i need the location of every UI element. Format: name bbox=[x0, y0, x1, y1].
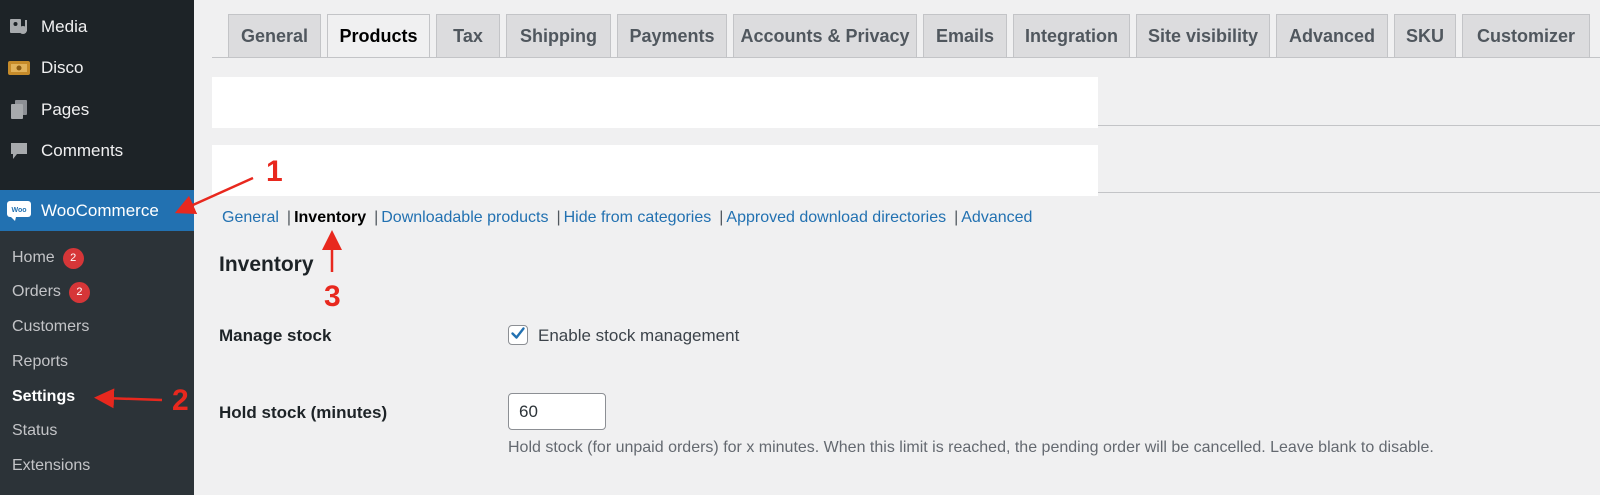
woocommerce-submenu: Home 2 Orders 2 Customers Reports Settin… bbox=[0, 231, 194, 495]
subsection-link-advanced[interactable]: Advanced bbox=[961, 209, 1032, 227]
annotation-number-2: 2 bbox=[172, 384, 189, 417]
hold-stock-input[interactable] bbox=[508, 393, 606, 430]
submenu-item-home[interactable]: Home 2 bbox=[12, 246, 84, 270]
svg-text:Woo: Woo bbox=[11, 207, 26, 214]
woocommerce-icon: Woo bbox=[7, 199, 31, 223]
submenu-item-label: Home bbox=[12, 249, 55, 266]
menu-item-pages[interactable]: Pages bbox=[0, 90, 194, 130]
hold-stock-label: Hold stock (minutes) bbox=[219, 403, 388, 422]
submenu-item-extensions[interactable]: Extensions bbox=[12, 454, 90, 478]
tab-advanced[interactable]: Advanced bbox=[1276, 14, 1388, 57]
tab-tax[interactable]: Tax bbox=[436, 14, 500, 57]
tab-payments[interactable]: Payments bbox=[617, 14, 727, 57]
separator: | bbox=[374, 209, 379, 226]
annotation-number-3: 3 bbox=[324, 280, 341, 313]
tab-emails[interactable]: Emails bbox=[923, 14, 1007, 57]
enable-stock-management-checkbox[interactable] bbox=[508, 325, 528, 345]
checkmark-icon bbox=[510, 325, 526, 346]
menu-item-label: Disco bbox=[41, 58, 84, 77]
menu-item-label: Pages bbox=[41, 100, 90, 119]
enable-stock-management-label[interactable]: Enable stock management bbox=[538, 326, 739, 346]
submenu-item-label: Extensions bbox=[12, 457, 91, 474]
notice-divider bbox=[1098, 125, 1600, 126]
manage-stock-label: Manage stock bbox=[219, 326, 332, 345]
annotation-number-1: 1 bbox=[266, 155, 283, 188]
tab-site-visibility[interactable]: Site visibility bbox=[1136, 14, 1270, 57]
notification-badge: 2 bbox=[62, 247, 84, 269]
notice-divider bbox=[1098, 192, 1600, 193]
menu-item-media[interactable]: Media bbox=[0, 7, 194, 47]
subsection-nav: General | Inventory | Downloadable produ… bbox=[222, 207, 1032, 229]
menu-item-disco[interactable]: Disco bbox=[0, 48, 194, 88]
tab-accounts-privacy[interactable]: Accounts & Privacy bbox=[733, 14, 917, 57]
admin-sidebar: Media Disco Pages Comments Woo WooCommer… bbox=[0, 0, 194, 495]
tab-integration[interactable]: Integration bbox=[1013, 14, 1130, 57]
subsection-link-inventory[interactable]: Inventory bbox=[294, 209, 366, 227]
media-icon bbox=[7, 15, 31, 39]
submenu-item-status[interactable]: Status bbox=[12, 419, 57, 443]
notification-badge: 2 bbox=[68, 281, 90, 303]
subsection-link-approved-download-directories[interactable]: Approved download directories bbox=[726, 209, 946, 227]
menu-item-woocommerce[interactable]: Woo WooCommerce bbox=[0, 190, 194, 232]
tab-divider bbox=[212, 57, 1600, 58]
notice-box bbox=[212, 77, 1098, 128]
subsection-link-downloadable-products[interactable]: Downloadable products bbox=[381, 209, 548, 227]
separator: | bbox=[286, 209, 292, 226]
notice-box bbox=[212, 145, 1098, 196]
submenu-item-settings[interactable]: Settings bbox=[12, 385, 75, 409]
menu-item-label: Media bbox=[41, 17, 88, 36]
submenu-item-label: Customers bbox=[12, 318, 90, 335]
separator: | bbox=[954, 209, 959, 226]
tab-customizer[interactable]: Customizer bbox=[1462, 14, 1590, 57]
comments-icon bbox=[7, 139, 31, 163]
hold-stock-description: Hold stock (for unpaid orders) for x min… bbox=[508, 439, 1434, 456]
submenu-item-orders[interactable]: Orders 2 bbox=[12, 280, 90, 304]
menu-item-label: Comments bbox=[41, 141, 124, 160]
tab-sku[interactable]: SKU bbox=[1394, 14, 1456, 57]
section-title: Inventory bbox=[219, 253, 314, 276]
submenu-item-customers[interactable]: Customers bbox=[12, 315, 89, 339]
tab-products[interactable]: Products bbox=[327, 14, 430, 58]
menu-item-comments[interactable]: Comments bbox=[0, 131, 194, 171]
separator: | bbox=[556, 209, 561, 226]
tab-general[interactable]: General bbox=[228, 14, 321, 57]
subsection-link-general[interactable]: General bbox=[222, 209, 279, 227]
submenu-item-label: Reports bbox=[12, 353, 69, 370]
subsection-link-hide-from-categories[interactable]: Hide from categories bbox=[564, 209, 712, 227]
ticket-icon bbox=[7, 56, 31, 80]
submenu-item-reports[interactable]: Reports bbox=[12, 350, 68, 374]
submenu-item-label: Orders bbox=[12, 283, 61, 300]
menu-item-label: WooCommerce bbox=[41, 201, 159, 220]
pages-icon bbox=[7, 98, 31, 122]
separator: | bbox=[719, 209, 724, 226]
submenu-item-label: Status bbox=[12, 422, 58, 439]
tab-shipping[interactable]: Shipping bbox=[506, 14, 611, 57]
submenu-item-label: Settings bbox=[12, 388, 76, 405]
